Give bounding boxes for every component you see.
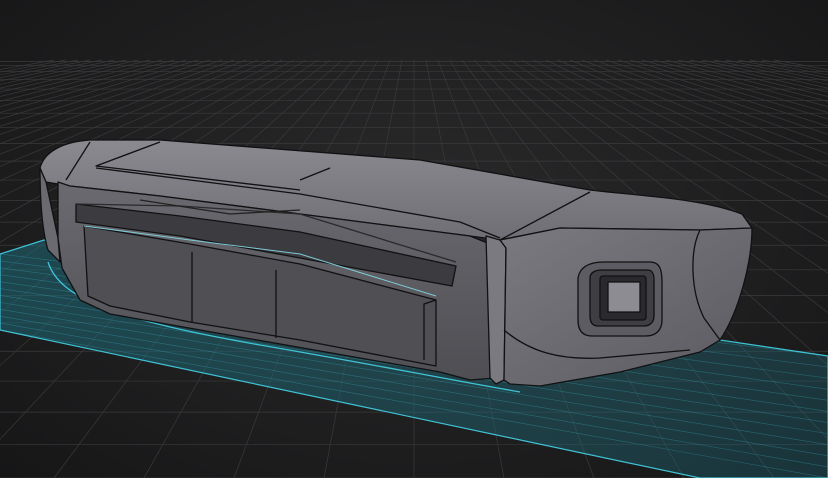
viewport-canvas[interactable] xyxy=(0,0,828,478)
3d-viewport[interactable] xyxy=(0,0,828,478)
fog-lamp-lens[interactable] xyxy=(607,281,641,313)
corner-pillar[interactable] xyxy=(485,235,507,385)
